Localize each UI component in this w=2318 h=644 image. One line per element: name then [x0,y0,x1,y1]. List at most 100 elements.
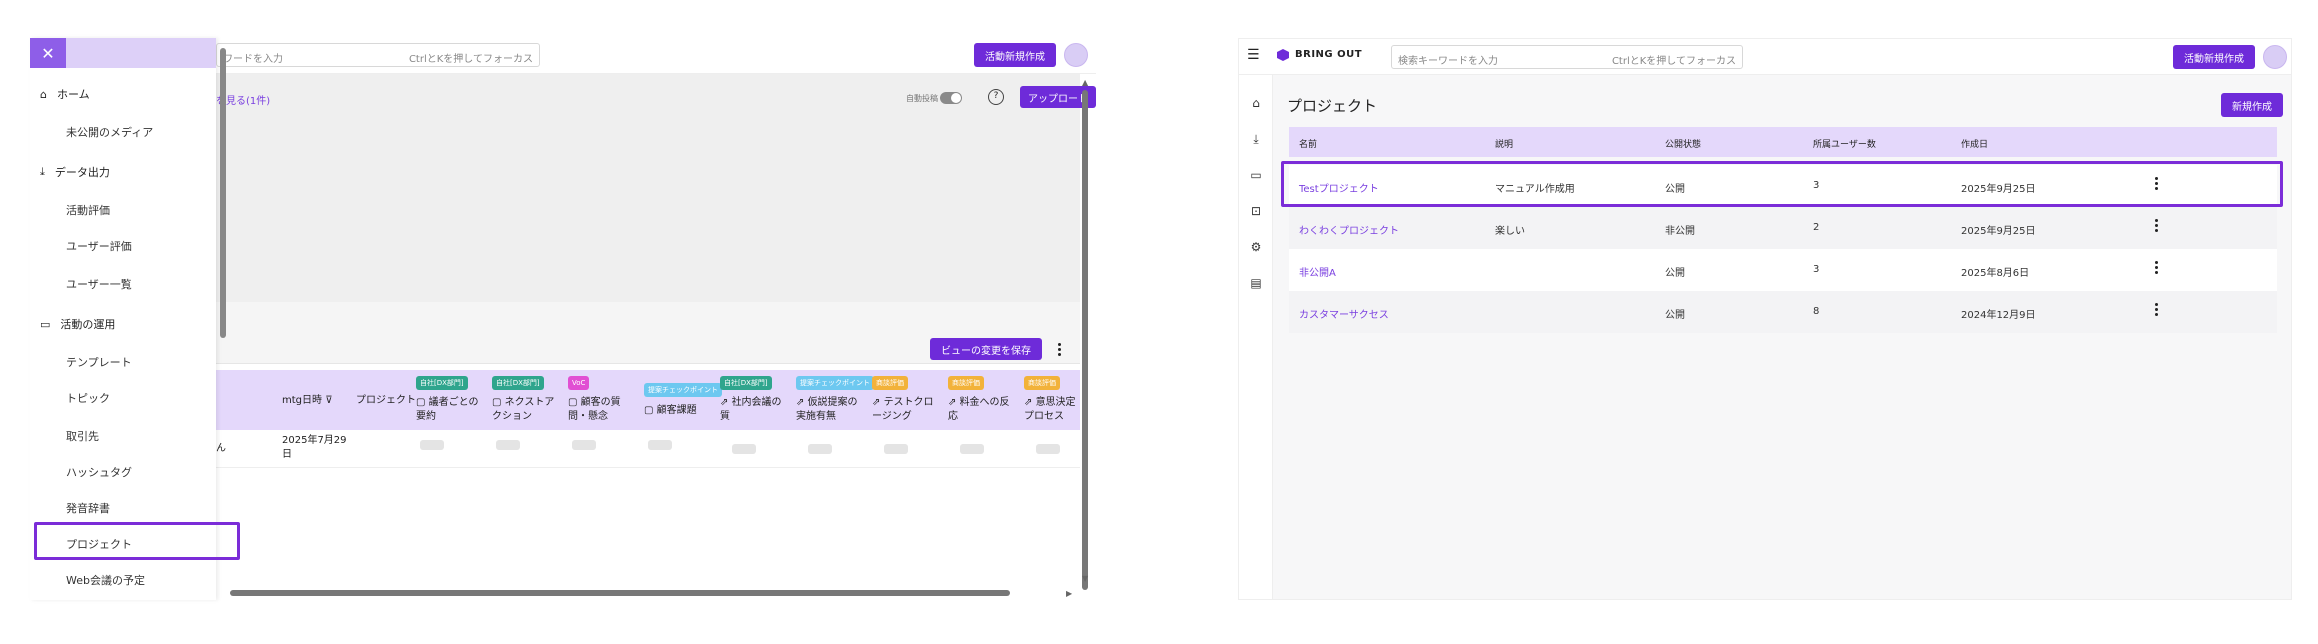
project-description: 楽しい [1495,226,1525,237]
col-mtg-date[interactable]: mtg日時 ⊽ [282,394,333,408]
import-icon[interactable]: ⊡ [1248,203,1264,219]
vertical-scrollbar[interactable] [1082,90,1088,590]
project-name-link[interactable]: わくわくプロジェクト [1299,222,1399,237]
cell-placeholder [420,440,444,450]
sidebar-section-label: データ出力 [54,166,110,179]
row-menu-icon[interactable] [2155,219,2158,234]
sidebar-item-clients[interactable]: 取引先 [66,428,99,444]
scroll-up-icon[interactable]: ▲ [1082,78,1088,87]
right-screen: ☰ BRING OUT 検索キーワードを入力 CtrlとKを押してフォーカス 活… [1238,38,2292,600]
download-icon[interactable]: ⤓ [1248,131,1264,147]
cell-placeholder [884,444,908,454]
more-icon[interactable] [1058,343,1061,358]
col-name[interactable]: 名前 [1299,137,1317,150]
search-shortcut-hint: CtrlとKを押してフォーカス [1611,56,1736,67]
col-price-reaction[interactable]: ⇗ 料金への反応 [948,396,1014,424]
new-project-button[interactable]: 新規作成 [2221,93,2283,117]
sidebar-section-operations[interactable]: ▭ 活動の運用 [40,316,115,332]
sidebar-item-user-evaluation[interactable]: ユーザー評価 [66,238,132,254]
col-project[interactable]: プロジェクト [356,394,416,408]
tag-badge: 自社[DX部門] [492,376,544,390]
col-decision-process[interactable]: ⇗ 意思決定プロセス [1024,396,1080,424]
col-visibility[interactable]: 公開状態 [1665,137,1701,150]
sidebar-item-pronunciation[interactable]: 発音辞書 [66,500,110,516]
table-row[interactable]: わくわくプロジェクト 楽しい 非公開 2 2025年9月25日 [1289,207,2277,249]
col-description[interactable]: 説明 [1495,137,1513,150]
col-meeting-quality[interactable]: ⇗ 社内会議の質 [720,396,788,424]
tag-badge: 商談評価 [872,376,908,390]
sidebar-item-topic[interactable]: トピック [66,390,110,406]
project-members: 8 [1813,306,1820,317]
col-hypothesis[interactable]: ⇗ 仮説提案の実施有無 [796,396,866,424]
search-input[interactable]: 検索キーワードを入力 CtrlとKを押してフォーカス [1391,45,1743,69]
project-members: 3 [1813,264,1820,275]
sidebar-section-label: 活動の運用 [60,318,116,331]
upload-area: を見る(1件) 自動投稿 ? アップロード [216,74,1096,302]
help-icon[interactable]: ? [988,89,1004,105]
project-name-link[interactable]: 非公開A [1299,264,1336,279]
sidebar-scrollbar[interactable] [220,48,226,338]
horizontal-scrollbar[interactable] [230,590,1010,596]
sidebar-item-activity-evaluation[interactable]: 活動評価 [66,202,110,218]
brand-name: BRING OUT [1295,49,1363,60]
project-created: 2025年9月25日 [1961,226,2036,237]
auto-post-toggle[interactable] [940,92,962,104]
video-icon[interactable]: ▭ [1248,167,1264,183]
scroll-down-icon[interactable]: ▼ [1082,574,1088,583]
project-name-link[interactable]: カスタマーサクセス [1299,306,1389,321]
row-menu-icon[interactable] [2155,261,2158,276]
new-activity-button[interactable]: 活動新規作成 [2173,45,2255,69]
sidebar-header: ✕ [30,38,216,68]
top-bar: ☰ BRING OUT 検索キーワードを入力 CtrlとKを押してフォーカス 活… [1239,39,2291,75]
project-members: 2 [1813,222,1820,233]
brand-logo-icon [1277,49,1289,61]
row-menu-icon[interactable] [2155,303,2158,318]
search-input[interactable]: ワードを入力 CtrlとKを押してフォーカス [216,43,540,67]
col-member-count[interactable]: 所属ユーザー数 [1813,137,1876,150]
sidebar-section-label: ホーム [56,88,90,101]
projects-table-header: 名前 説明 公開状態 所属ユーザー数 作成日 [1289,127,2277,157]
sidebar-item-user-list[interactable]: ユーザー一覧 [66,276,132,292]
col-summary[interactable]: ▢ 議者ごとの要約 [416,396,484,424]
cell-placeholder [732,444,756,454]
cell-placeholder [496,440,520,450]
close-icon[interactable]: ✕ [30,38,66,68]
cell-placeholder [808,444,832,454]
scroll-right-icon[interactable]: ▶ [1066,589,1072,598]
tag-badge: 商談評価 [948,376,984,390]
col-issues[interactable]: ▢ 顧客課題 [644,404,710,418]
search-shortcut-hint: CtrlとKを押してフォーカス [408,54,533,65]
sidebar-section-home[interactable]: ⌂ ホーム [40,86,90,102]
gear-icon[interactable]: ⚙ [1248,239,1264,255]
tag-badge: 提案チェックポイント [644,383,722,397]
avatar[interactable] [1064,43,1088,67]
tag-badge: 商談評価 [1024,376,1060,390]
home-icon[interactable]: ⌂ [1248,95,1264,111]
new-activity-button[interactable]: 活動新規作成 [974,43,1056,67]
sidebar-item-unpublished-media[interactable]: 未公開のメディア [66,124,153,140]
project-visibility: 公開 [1665,268,1685,279]
sidebar-item-web-meetings[interactable]: Web会議の予定 [66,572,145,588]
col-test-closing[interactable]: ⇗ テストクロージング [872,396,940,424]
col-next-action[interactable]: ▢ ネクストアクション [492,396,558,424]
table-row[interactable]: ん 2025年7月29日 [216,430,1080,468]
home-icon: ⌂ [40,87,47,101]
building-icon[interactable]: ▤ [1248,275,1264,291]
search-placeholder: 検索キーワードを入力 [1398,56,1498,67]
sidebar-item-template[interactable]: テンプレート [66,354,132,370]
avatar[interactable] [2263,45,2287,69]
sidebar-section-data-export[interactable]: ⤓ データ出力 [40,164,110,180]
activity-table-header: mtg日時 ⊽ プロジェクト 自社[DX部門] ▢ 議者ごとの要約 自社[DX部… [216,370,1080,430]
table-row[interactable]: カスタマーサクセス 公開 8 2024年12月9日 [1289,291,2277,333]
menu-icon[interactable]: ☰ [1247,47,1260,63]
highlight-project-item [34,522,240,560]
tag-badge: 自社[DX部門] [416,376,468,390]
save-view-button[interactable]: ビューの変更を保存 [930,338,1042,360]
col-created[interactable]: 作成日 [1961,137,1988,150]
col-questions[interactable]: ▢ 顧客の質問・懸念 [568,396,634,424]
table-row[interactable]: 非公開A 公開 3 2025年8月6日 [1289,249,2277,291]
cell-placeholder [960,444,984,454]
sidebar-drawer: ✕ ⌂ ホーム 未公開のメディア ⤓ データ出力 活動評価 ユーザー評価 ユーザ… [30,38,216,600]
row-date: 2025年7月29日 [282,435,347,460]
sidebar-item-hashtag[interactable]: ハッシュタグ [66,464,132,480]
